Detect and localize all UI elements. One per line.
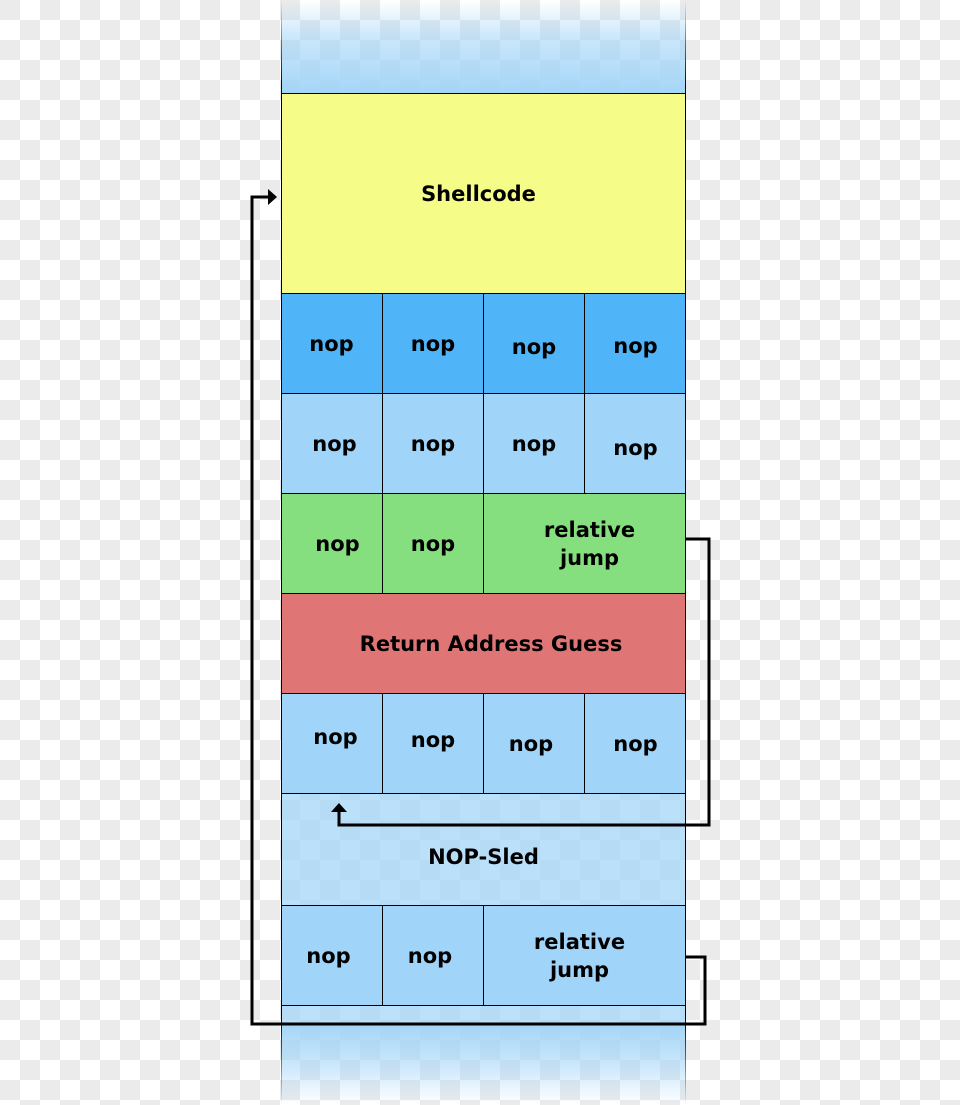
stack-fade-bottom bbox=[281, 1025, 686, 1105]
nop-cell: nop bbox=[281, 694, 382, 794]
stack-edge-left bbox=[281, 0, 282, 1105]
nop-cell: nop bbox=[281, 294, 382, 394]
nop-cell: nop bbox=[382, 694, 483, 794]
stack-edge-right bbox=[685, 0, 686, 1105]
nop-cell: nop bbox=[483, 394, 584, 494]
relative-jump-block: relative jump bbox=[483, 906, 685, 1006]
nop-row-1: nop nop nop nop bbox=[281, 293, 686, 394]
relative-jump-block: relative jump bbox=[483, 494, 685, 594]
nop-cell: nop bbox=[281, 394, 382, 494]
return-address-row: Return Address Guess bbox=[281, 593, 686, 694]
shellcode-block: Shellcode bbox=[281, 94, 686, 294]
nop-cell: nop bbox=[281, 494, 382, 594]
nop-row-3: nop nop nop nop bbox=[281, 693, 686, 794]
jump-row-1: nop nop relative jump bbox=[281, 493, 686, 594]
nop-sled-label: NOP-Sled bbox=[281, 793, 686, 906]
jump-row-2: nop nop relative jump bbox=[281, 905, 686, 1006]
nop-cell: nop bbox=[584, 394, 686, 494]
nop-cell: nop bbox=[483, 694, 584, 794]
memory-stack: Shellcode nop nop nop nop nop nop nop no… bbox=[281, 0, 686, 1105]
nop-cell: nop bbox=[382, 394, 483, 494]
shellcode-row: Shellcode bbox=[281, 93, 686, 294]
nop-cell: nop bbox=[584, 294, 686, 394]
nop-cell: nop bbox=[382, 494, 483, 594]
nop-cell: nop bbox=[382, 294, 483, 394]
nop-cell: nop bbox=[584, 694, 686, 794]
arrow-right-icon bbox=[268, 189, 277, 205]
nop-cell: nop bbox=[281, 906, 382, 1006]
stack-gap bbox=[281, 1005, 686, 1025]
stack-fade-top bbox=[281, 0, 686, 93]
nop-cell: nop bbox=[382, 906, 483, 1006]
return-address-block: Return Address Guess bbox=[281, 594, 686, 694]
nop-row-2: nop nop nop nop bbox=[281, 393, 686, 494]
nop-cell: nop bbox=[483, 294, 584, 394]
